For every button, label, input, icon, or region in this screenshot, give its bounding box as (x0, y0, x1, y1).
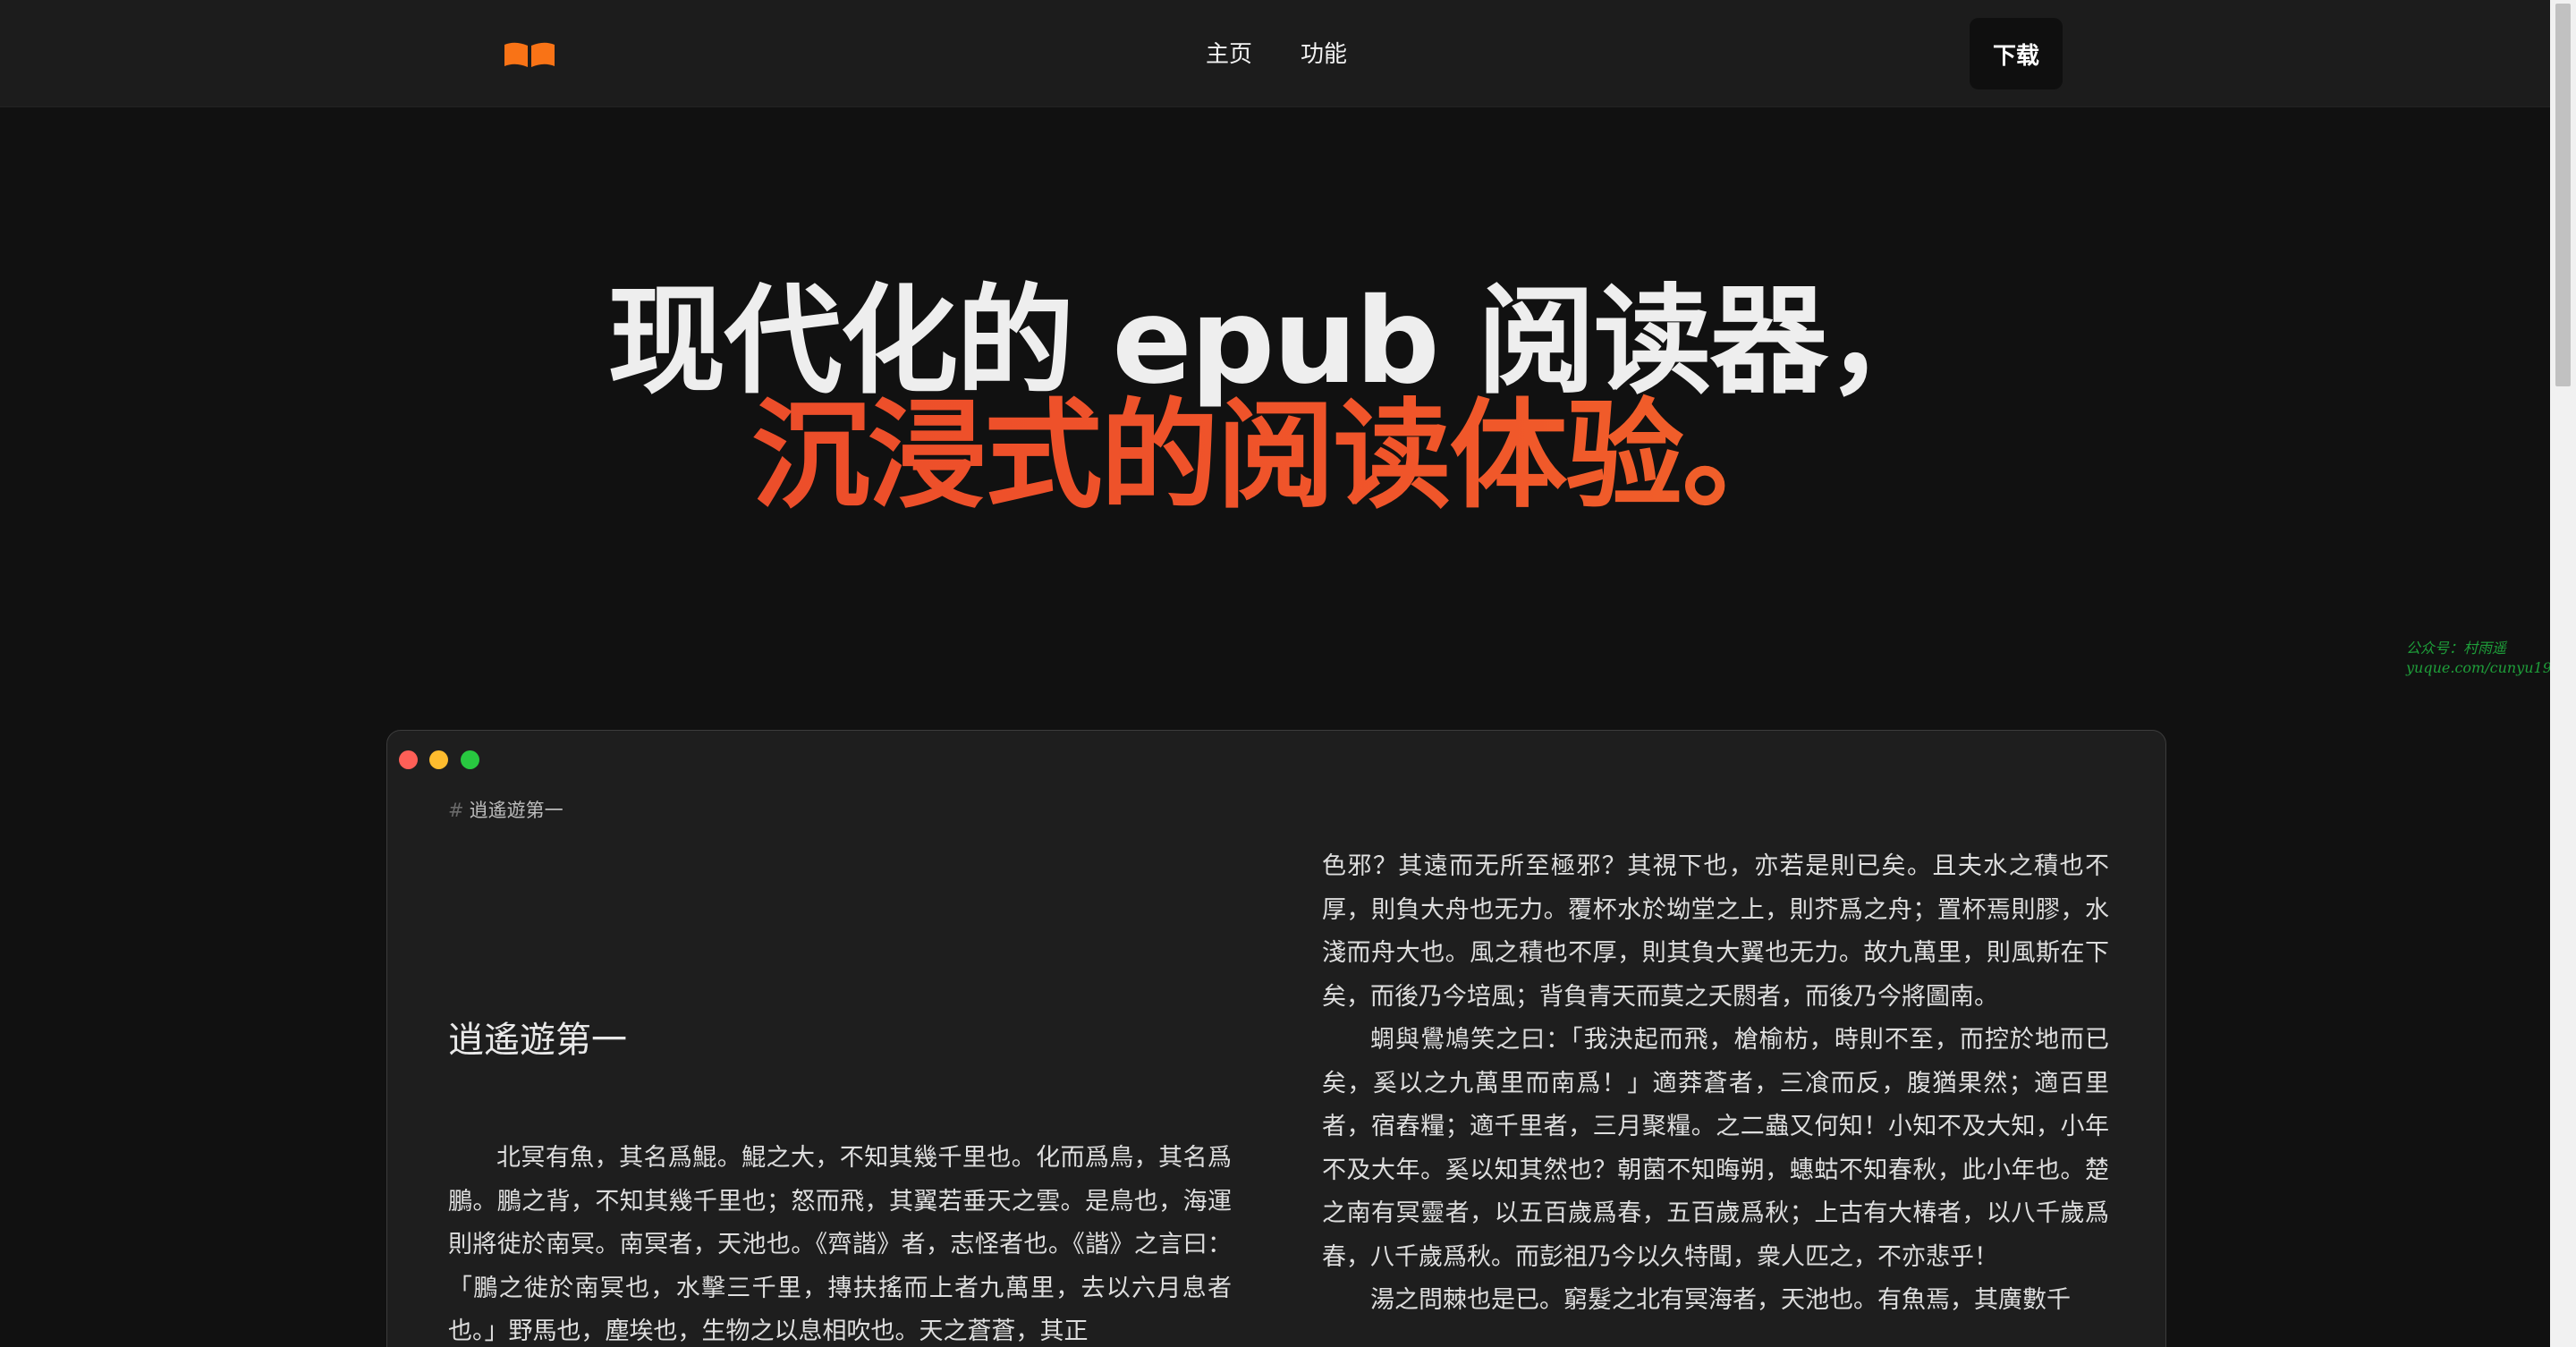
page: 主页 功能 下载 现代化的 epub 阅读器， 沉浸式的阅读体验。 公众号：村雨… (0, 0, 2576, 1347)
window-close-dot[interactable] (399, 750, 418, 769)
reader-column-left: 北冥有魚，其名爲鯤。鯤之大，不知其幾千里也。化而爲鳥，其名爲鵬。鵬之背，不知其幾… (448, 1137, 1232, 1347)
watermark-line-2: yuque.com/cunyu1943 (2406, 659, 2571, 676)
download-button[interactable]: 下载 (1970, 18, 2063, 89)
window-maximize-dot[interactable] (461, 750, 479, 769)
chapter-title: 逍遙遊第一 (448, 1020, 627, 1061)
paragraph: 湯之問棘也是已。窮髮之北有冥海者，天池也。有魚焉，其廣數千 (1370, 1286, 2071, 1314)
nav-link-features[interactable]: 功能 (1301, 38, 1347, 72)
watermark-line-1: 公众号：村雨遥 (2406, 640, 2507, 657)
top-navbar: 主页 功能 下载 (0, 0, 2550, 107)
watermark: 公众号：村雨遥 yuque.com/cunyu1943 (2406, 639, 2570, 678)
paragraph: 蜩與鷽鳩笑之曰：「我決起而飛，槍榆枋，時則不至，而控於地而已矣，奚以之九萬里而南… (1322, 1026, 2109, 1271)
nav-link-home[interactable]: 主页 (1206, 38, 1252, 72)
paragraph: 色邪？其遠而无所至極邪？其視下也，亦若是則已矣。且夫水之積也不厚，則負大舟也无力… (1322, 852, 2109, 1011)
hash-icon: # (448, 800, 464, 821)
window-minimize-dot[interactable] (429, 750, 448, 769)
open-book-icon[interactable] (503, 39, 556, 70)
reader-preview-window: # 逍遙遊第一 逍遙遊第一 北冥有魚，其名爲鯤。鯤之大，不知其幾千里也。化而爲鳥，… (386, 730, 2166, 1347)
hero-title-line-2: 沉浸式的阅读体验。 (0, 394, 2550, 519)
breadcrumb-label: 逍遙遊第一 (469, 800, 564, 821)
reader-column-right: 色邪？其遠而无所至極邪？其視下也，亦若是則已矣。且夫水之積也不厚，則負大舟也无力… (1322, 845, 2109, 1323)
paragraph: 北冥有魚，其名爲鯤。鯤之大，不知其幾千里也。化而爲鳥，其名爲鵬。鵬之背，不知其幾… (448, 1144, 1232, 1345)
scrollbar-thumb[interactable] (2555, 4, 2571, 386)
hero-title-line-1: 现代化的 epub 阅读器， (607, 273, 1944, 411)
chapter-breadcrumb[interactable]: # 逍遙遊第一 (448, 797, 564, 824)
